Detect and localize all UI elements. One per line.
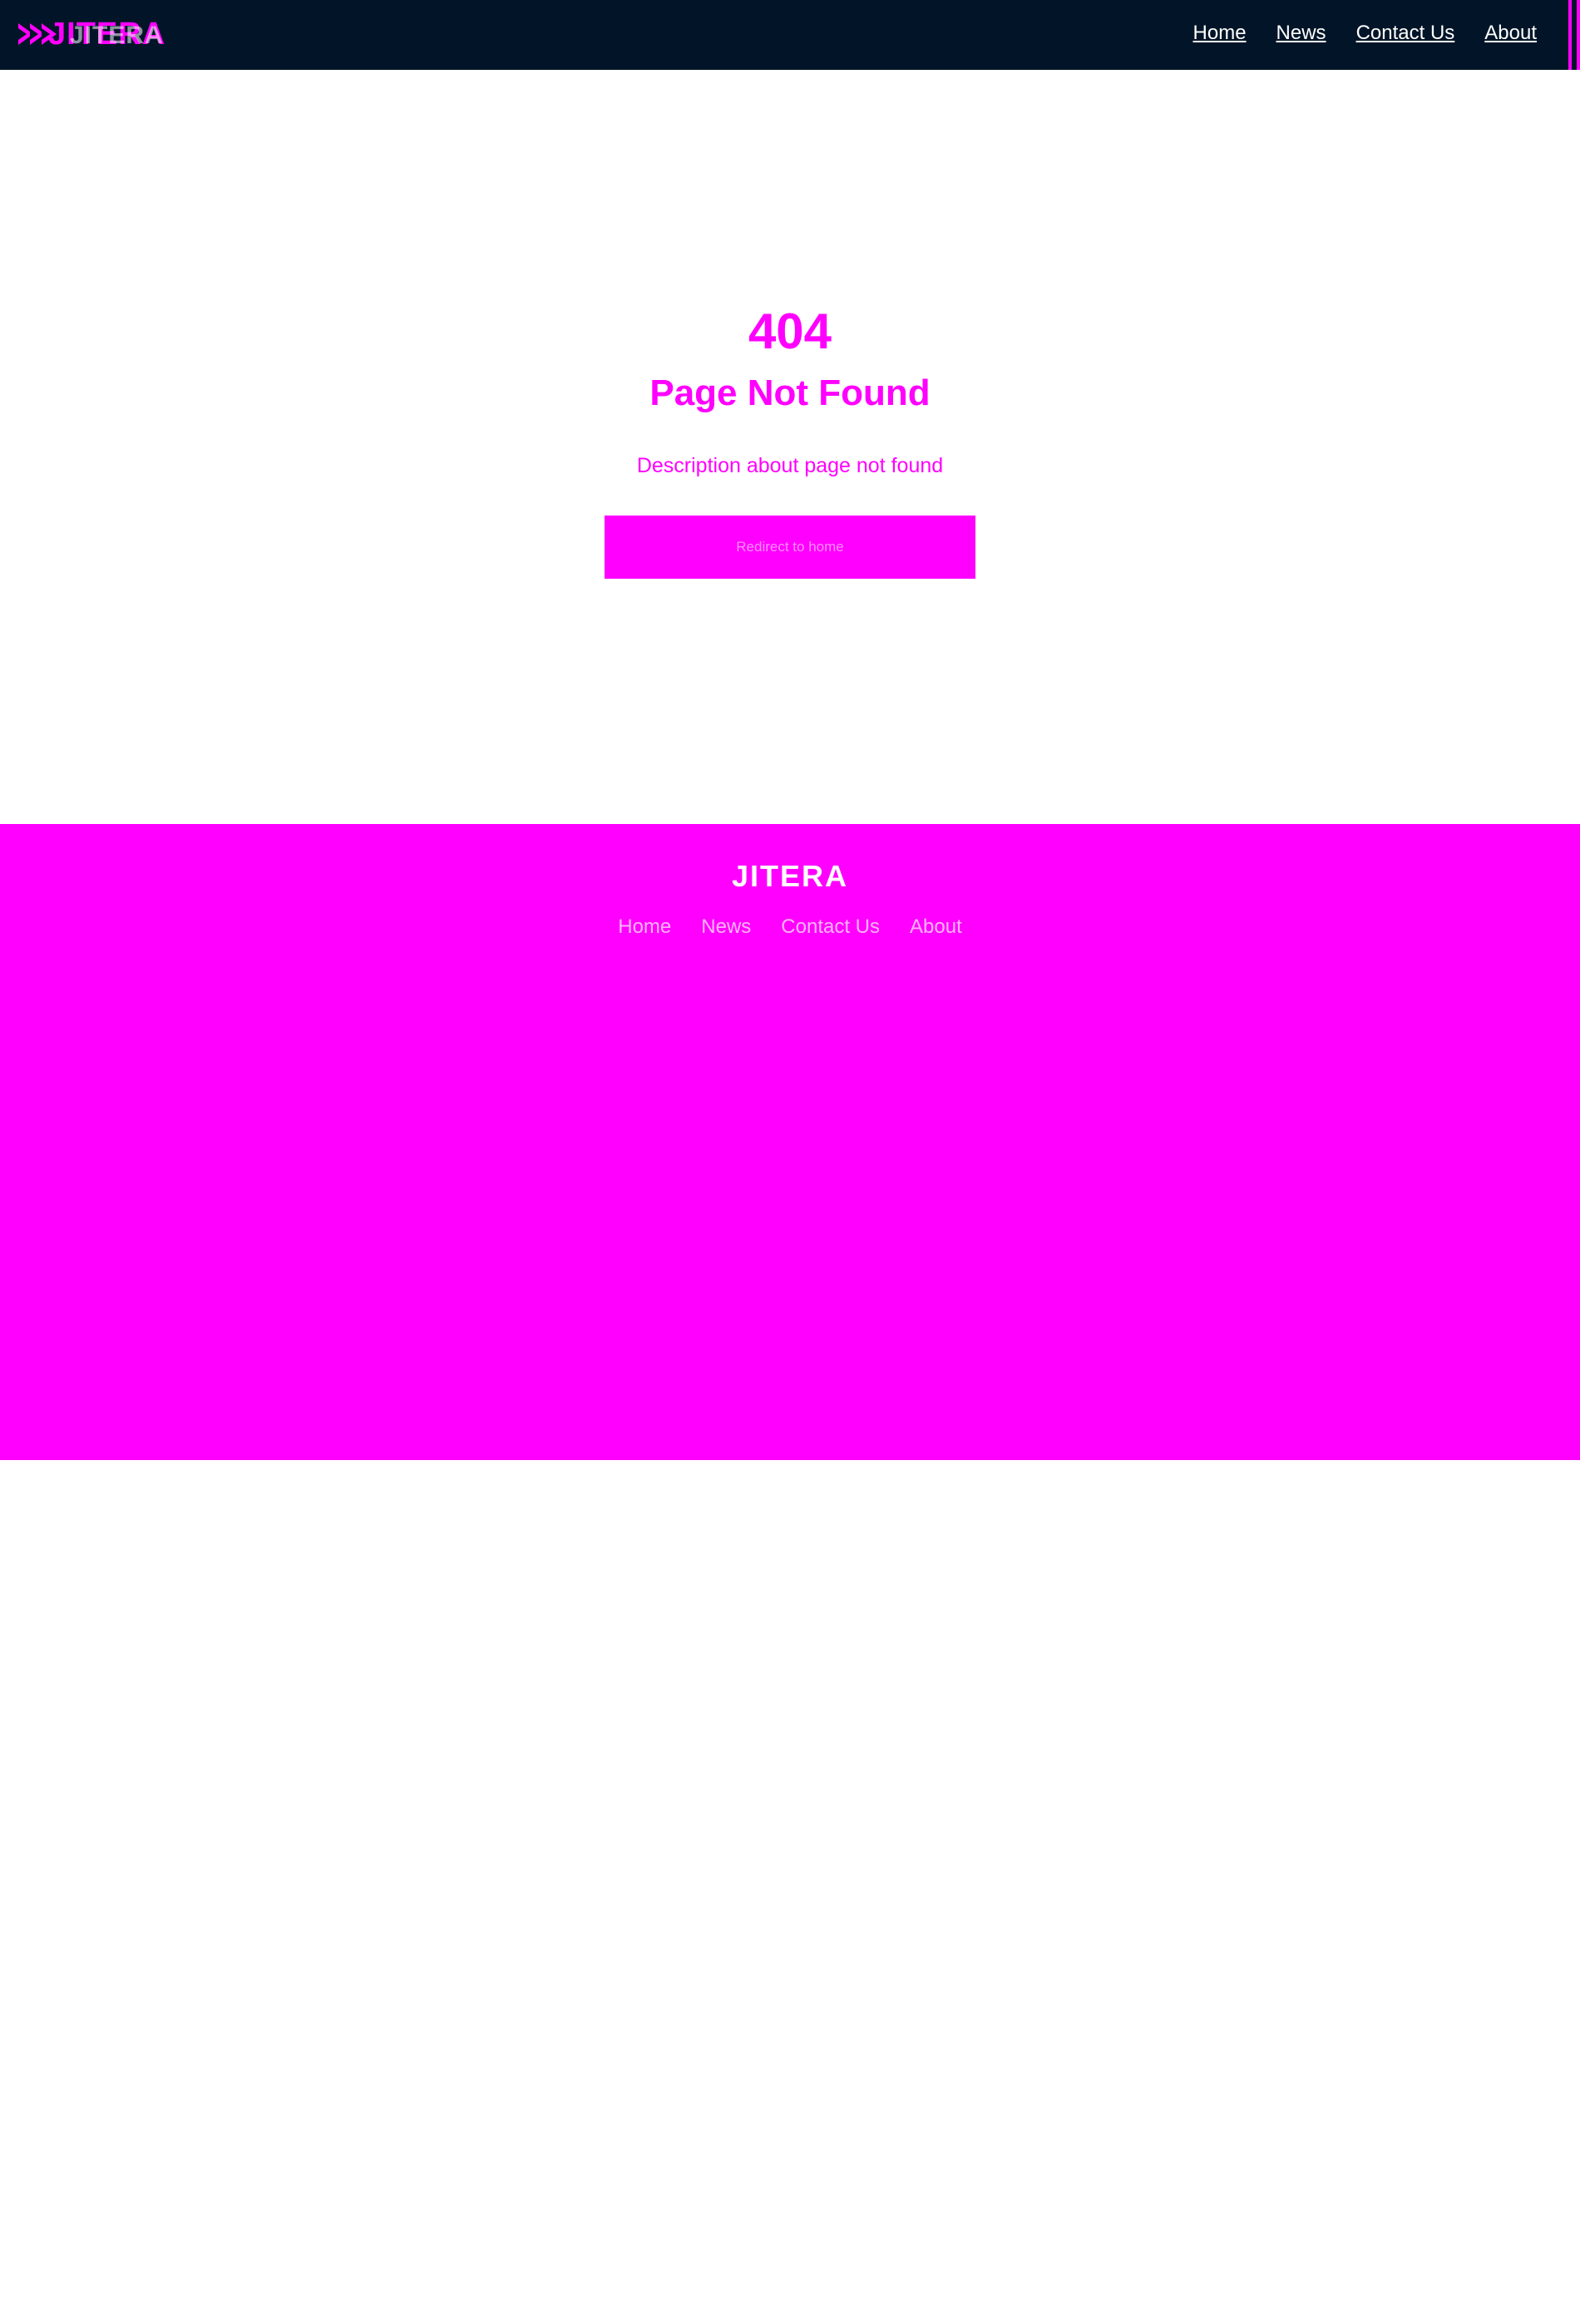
footer-logo[interactable]: JITERA <box>0 859 1580 894</box>
nav-link-contact-us[interactable]: Contact Us <box>1356 22 1455 45</box>
footer-link-home[interactable]: Home <box>618 915 671 939</box>
error-code: 404 <box>748 303 832 359</box>
nav-link-news[interactable]: News <box>1276 22 1326 45</box>
error-description: Description about page not found <box>636 454 944 477</box>
footer-nav: Home News Contact Us About <box>0 915 1580 939</box>
site-footer: JITERA Home News Contact Us About <box>0 824 1580 1460</box>
page: JITERA JITERA Home News Contact Us About… <box>0 0 1580 2324</box>
footer-link-news[interactable]: News <box>701 915 751 939</box>
footer-link-contact-us[interactable]: Contact Us <box>781 915 880 939</box>
nav-link-about[interactable]: About <box>1484 22 1537 45</box>
header-logo-text-overlay: JITERA <box>70 22 164 49</box>
redirect-home-button[interactable]: Redirect to home <box>605 516 975 579</box>
header-nav: Home News Contact Us About <box>1193 22 1537 45</box>
page-title: Page Not Found <box>649 373 931 413</box>
not-found-section: 404 Page Not Found Description about pag… <box>0 303 1580 579</box>
nav-link-home[interactable]: Home <box>1193 22 1247 45</box>
footer-link-about[interactable]: About <box>910 915 962 939</box>
site-header: JITERA JITERA Home News Contact Us About <box>0 0 1580 70</box>
main-content: 404 Page Not Found Description about pag… <box>0 70 1580 824</box>
